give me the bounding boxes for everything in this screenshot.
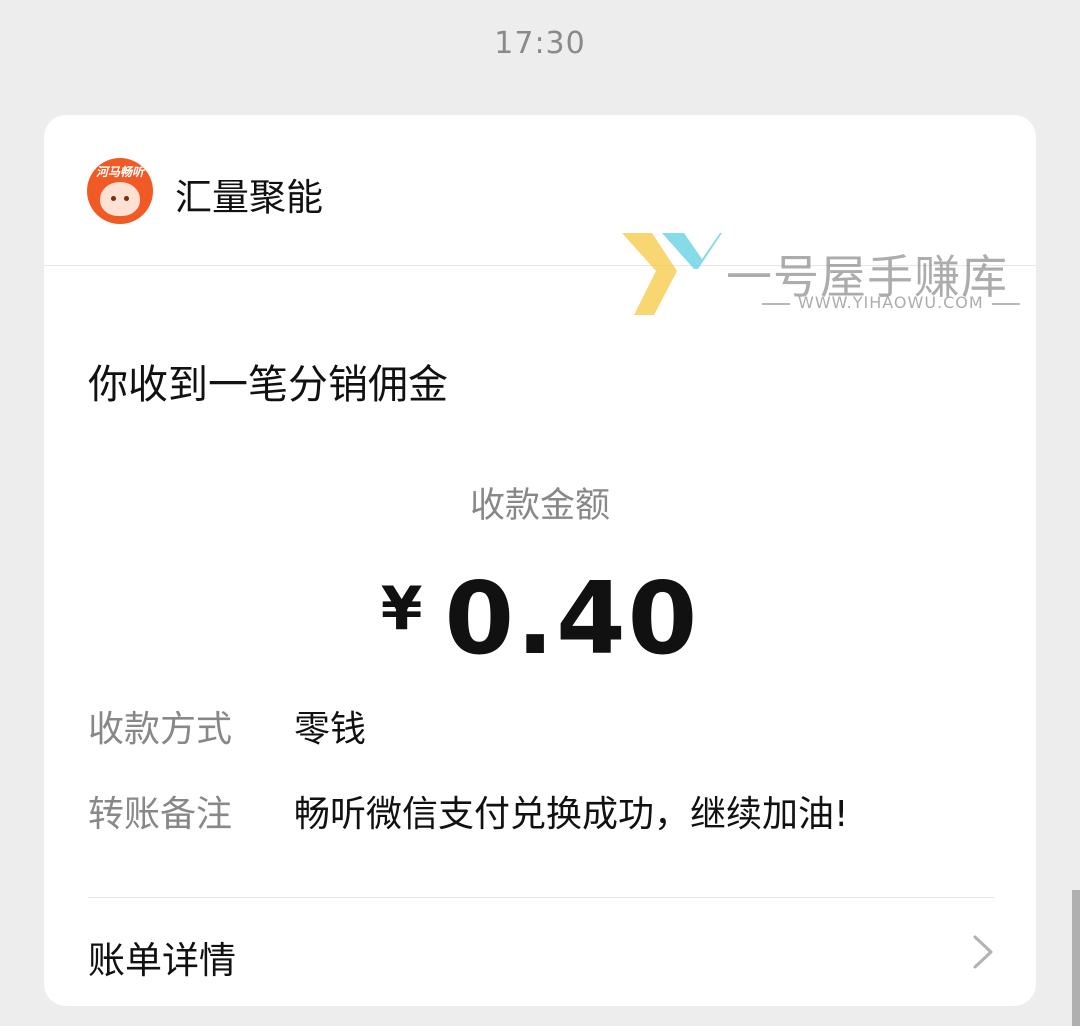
message-title: 你收到一笔分销佣金 bbox=[88, 362, 448, 408]
transfer-note-label: 转账备注 bbox=[88, 794, 233, 835]
watermark-url: WWW.YIHAOWU.COM bbox=[798, 293, 984, 312]
amount-label: 收款金额 bbox=[469, 486, 610, 526]
payment-method-label: 收款方式 bbox=[88, 709, 233, 750]
bill-details-label: 账单详情 bbox=[88, 939, 236, 982]
amount-display: ¥0.40 bbox=[44, 560, 1036, 677]
transfer-note-row: 转账备注 畅听微信支付兑换成功，继续加油! bbox=[88, 785, 848, 837]
payment-method-value: 零钱 bbox=[294, 709, 367, 750]
payment-notification-card[interactable]: 河马畅听 汇量聚能 一号屋手赚库 WWW.YIHAOWU.COM 你收到一笔分销… bbox=[44, 115, 1036, 1006]
message-timestamp: 17:30 bbox=[494, 26, 586, 61]
transfer-note-value: 畅听微信支付兑换成功，继续加油! bbox=[294, 794, 849, 835]
y-logo-icon bbox=[622, 233, 722, 315]
payment-method-row: 收款方式 零钱 bbox=[88, 700, 366, 752]
watermark: 一号屋手赚库 WWW.YIHAOWU.COM bbox=[622, 233, 1032, 319]
watermark-line-left bbox=[762, 302, 790, 305]
currency-symbol: ¥ bbox=[380, 574, 423, 644]
avatar-logo-text: 河马畅听 bbox=[95, 165, 144, 179]
chevron-right-icon bbox=[973, 935, 993, 969]
scrollbar[interactable] bbox=[1072, 890, 1080, 1026]
watermark-line-right bbox=[991, 302, 1020, 305]
bill-details-row[interactable]: 账单详情 bbox=[44, 898, 1036, 1006]
watermark-subtitle: WWW.YIHAOWU.COM bbox=[754, 293, 1028, 312]
hippo-logo-icon bbox=[100, 182, 140, 216]
sender-avatar[interactable]: 河马畅听 bbox=[87, 158, 153, 224]
amount-value: 0.40 bbox=[444, 560, 700, 677]
sender-name[interactable]: 汇量聚能 bbox=[175, 167, 323, 221]
